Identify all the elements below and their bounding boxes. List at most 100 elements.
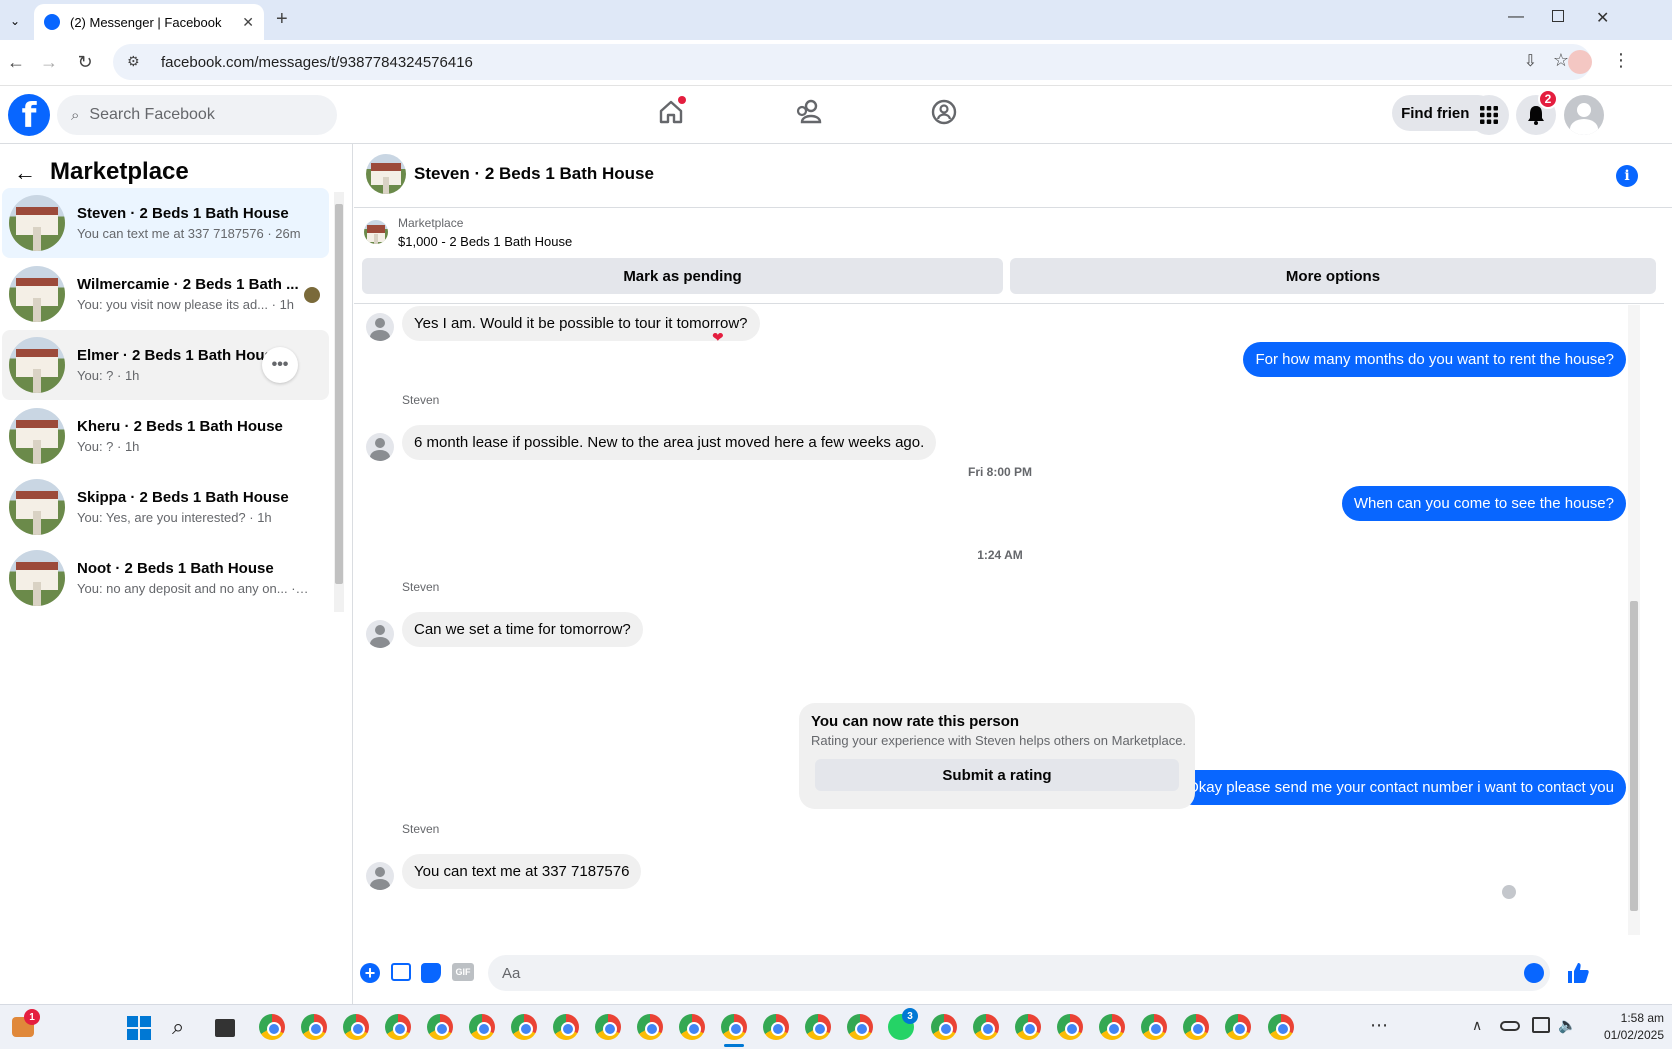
outgoing-message[interactable]: Okay please send me your contact number … [1175,770,1626,805]
chrome-profile-icon[interactable] [931,1014,957,1040]
restore-button[interactable] [1552,10,1564,22]
chat-listing-avatar[interactable] [366,154,406,194]
whatsapp-icon[interactable]: 3 [888,1008,918,1040]
browser-menu-icon[interactable]: ⋮ [1612,50,1630,71]
taskbar-search-icon[interactable]: ⌕ [172,1014,184,1040]
chrome-profile-icon[interactable] [1225,1014,1251,1040]
chrome-profile-icon[interactable] [385,1014,411,1040]
chrome-profile-icon[interactable] [511,1014,537,1040]
clock[interactable]: 1:58 am 01/02/2025 [1586,1011,1664,1042]
close-window-button[interactable]: ✕ [1596,8,1609,28]
chrome-profile-icon[interactable] [973,1014,999,1040]
chrome-profile-icon[interactable] [637,1014,663,1040]
chrome-profile-icon[interactable] [427,1014,453,1040]
conversation-name: Skippa · 2 Beds 1 Bath House [77,489,289,506]
tab-close-icon[interactable]: ✕ [242,14,254,31]
incoming-message[interactable]: Yes I am. Would it be possible to tour i… [402,306,760,341]
url-field[interactable]: ⚙ facebook.com/messages/t/93877843245764… [113,44,1591,80]
sidebar-scrollbar[interactable] [334,192,344,612]
chrome-profile-icon[interactable] [1015,1014,1041,1040]
more-actions-icon[interactable]: ••• [262,347,298,383]
tab-search-button[interactable]: ⌄ [4,10,26,32]
conversation-item[interactable]: Skippa · 2 Beds 1 Bath House You: Yes, ar… [2,472,329,542]
home-nav-icon[interactable] [657,96,686,126]
rating-prompt-card: You can now rate this person Rating your… [799,703,1195,809]
chrome-profile-icon[interactable] [1183,1014,1209,1040]
friends-nav-icon[interactable] [794,98,824,126]
more-apps-icon[interactable]: ⋯ [1370,1015,1388,1036]
chat-scrollbar[interactable] [1628,305,1640,935]
install-app-icon[interactable]: ⇩ [1524,51,1537,71]
notifications-bell-icon[interactable]: 2 [1516,89,1558,135]
chat-title[interactable]: Steven · 2 Beds 1 Bath House [414,164,654,184]
forward-button[interactable]: → [33,46,65,78]
message-input[interactable]: Aa [488,955,1550,991]
conversation-preview: You: Yes, are you interested? · 1h [77,510,272,525]
chrome-profile-icon[interactable] [1057,1014,1083,1040]
volume-muted-icon[interactable]: 🔈 [1558,1016,1577,1034]
chrome-profile-icon[interactable] [1268,1014,1294,1040]
chrome-profile-icon[interactable] [1141,1014,1167,1040]
chrome-profile-icon[interactable] [469,1014,495,1040]
outgoing-message[interactable]: For how many months do you want to rent … [1243,342,1626,377]
incoming-message[interactable]: Can we set a time for tomorrow? [402,612,643,647]
plus-icon[interactable]: + [360,963,380,983]
conversation-info-icon[interactable]: i [1616,165,1638,187]
sidebar-scroll-thumb[interactable] [335,204,343,584]
chrome-profile-icon[interactable] [763,1014,789,1040]
outgoing-message[interactable]: When can you come to see the house? [1341,486,1626,521]
groups-nav-icon[interactable] [930,98,958,126]
conversation-item[interactable]: Wilmercamie · 2 Beds 1 Bath ... You: you … [2,259,329,329]
windows-start-icon[interactable] [127,1016,151,1040]
tray-chevron-icon[interactable]: ∧ [1472,1017,1482,1034]
chrome-profile-icon[interactable] [595,1014,621,1040]
menu-grid-icon[interactable] [1469,95,1509,135]
chrome-profile-icon[interactable] [301,1014,327,1040]
mark-as-pending-button[interactable]: Mark as pending [362,258,1003,294]
search-input[interactable]: ⌕ Search Facebook [57,95,337,135]
incoming-message[interactable]: You can text me at 337 7187576 [402,854,642,889]
chat-scroll-thumb[interactable] [1630,601,1638,911]
network-icon[interactable] [1532,1017,1550,1033]
chrome-profile-icon[interactable] [847,1014,873,1040]
chrome-profile-icon[interactable] [259,1014,285,1040]
task-view-icon[interactable] [215,1019,235,1037]
chrome-profile-icon[interactable] [805,1014,831,1040]
chrome-profile-icon[interactable] [1099,1014,1125,1040]
chrome-profile-icon-active[interactable] [721,1014,747,1040]
chrome-profile-icon[interactable] [343,1014,369,1040]
sticker-icon[interactable] [421,963,441,983]
conversation-item[interactable]: Noot · 2 Beds 1 Bath House You: no any de… [2,543,329,613]
account-avatar[interactable] [1564,95,1604,135]
chrome-profile-icon[interactable] [553,1014,579,1040]
conversation-item[interactable]: Elmer · 2 Beds 1 Bath House You: ? · 1h •… [2,330,329,400]
like-thumb-icon[interactable] [1566,961,1590,985]
facebook-favicon-icon [44,14,60,30]
back-button[interactable]: ← [0,46,32,78]
bookmark-star-icon[interactable]: ☆ [1553,50,1569,71]
address-bar-row: ← → ↻ ⚙ facebook.com/messages/t/93877843… [0,40,1672,86]
conversation-item[interactable]: Kheru · 2 Beds 1 Bath House You: ? · 1h [2,401,329,471]
listing-title[interactable]: $1,000 - 2 Beds 1 Bath House [398,234,572,249]
back-arrow-icon[interactable]: ← [14,160,36,186]
chrome-profile-icon[interactable] [679,1014,705,1040]
incoming-message[interactable]: 6 month lease if possible. New to the ar… [402,425,937,460]
reload-button[interactable]: ↻ [69,46,101,78]
emoji-icon[interactable] [1524,963,1544,983]
minimize-button[interactable]: — [1508,8,1524,26]
profile-avatar-icon[interactable] [1568,50,1592,74]
conversation-item[interactable]: Steven · 2 Beds 1 Bath House You can text… [2,188,329,258]
photo-icon[interactable] [391,963,411,981]
browser-tab[interactable]: (2) Messenger | Facebook ✕ [34,4,264,40]
new-tab-button[interactable]: + [276,8,288,31]
sidebar-title: Marketplace [50,158,189,185]
heart-reaction-icon[interactable]: ❤ [712,329,724,346]
facebook-logo-icon[interactable]: f [8,94,50,136]
onedrive-cloud-icon[interactable] [1500,1021,1520,1031]
weather-widget-icon[interactable]: 1 [12,1009,40,1037]
submit-rating-button[interactable]: Submit a rating [815,759,1179,791]
site-info-icon[interactable]: ⚙ [127,53,140,70]
more-options-button[interactable]: More options [1010,258,1656,294]
listing-thumbnail [9,479,65,535]
gif-icon[interactable]: GIF [452,963,474,981]
